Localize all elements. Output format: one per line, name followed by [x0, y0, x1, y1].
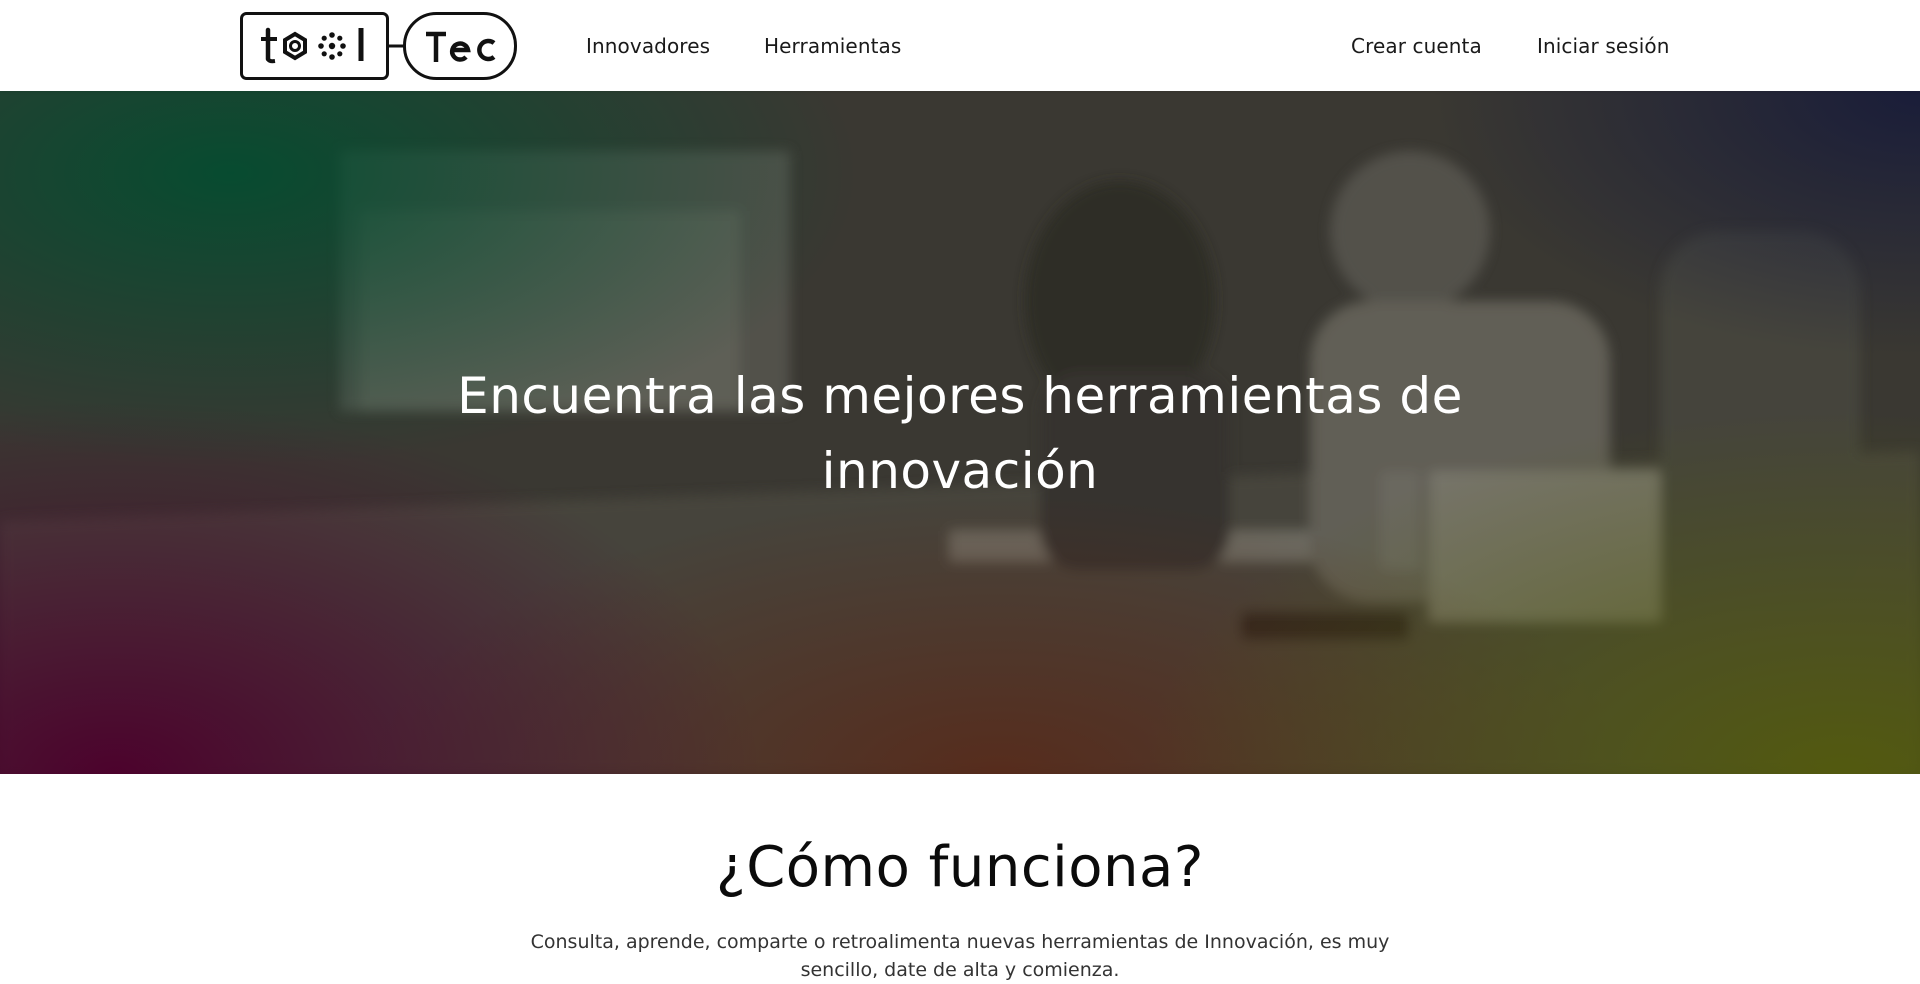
hero-title: Encuentra las mejores herramientas de in…	[457, 367, 1463, 500]
site-header: Innovadores Herramientas Crear cuenta In…	[0, 0, 1920, 91]
nav-herramientas[interactable]: Herramientas	[764, 32, 901, 60]
nav-innovadores[interactable]: Innovadores	[586, 32, 710, 60]
logo-t-glyph	[261, 27, 277, 64]
iniciar-sesion-link[interactable]: Iniciar sesión	[1537, 32, 1670, 60]
how-it-works-title: ¿Cómo funciona?	[715, 835, 1205, 900]
tooltec-logo[interactable]	[240, 12, 517, 80]
crear-cuenta-link[interactable]: Crear cuenta	[1351, 32, 1482, 60]
logo-hexagon-icon	[283, 31, 307, 61]
logo-dots-icon	[318, 32, 346, 60]
how-it-works-description: Consulta, aprende, comparte o retroalime…	[530, 931, 1390, 981]
hero-banner: Encuentra las mejores herramientas de in…	[0, 91, 1920, 774]
logo-tec-glyphs	[426, 31, 496, 62]
